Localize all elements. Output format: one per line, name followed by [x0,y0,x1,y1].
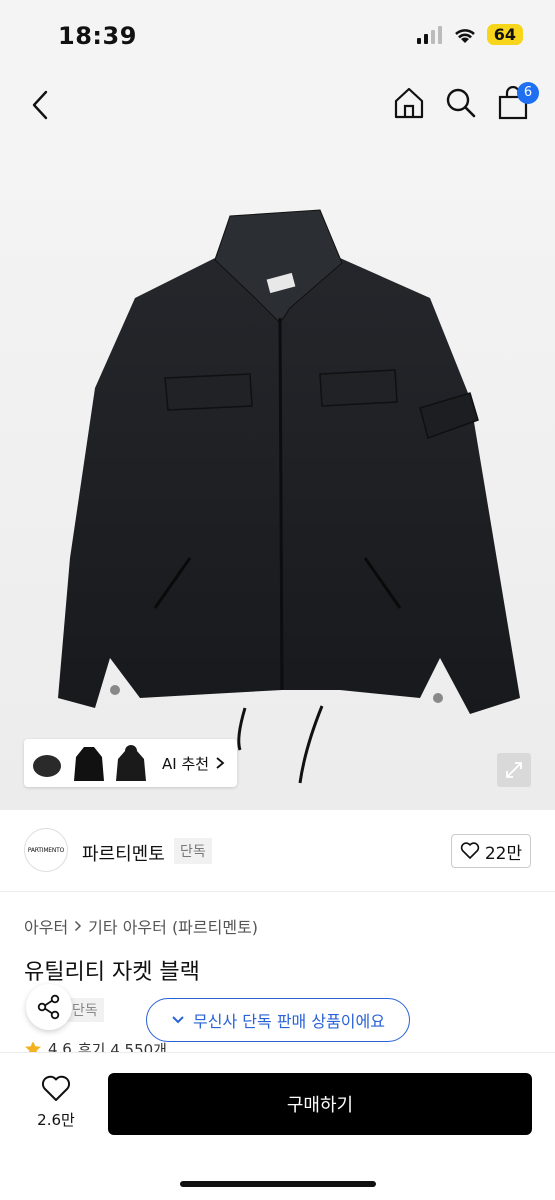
buy-button[interactable]: 구매하기 [108,1073,532,1135]
expand-icon [506,762,522,778]
ai-recommend-label: AI 추천 [162,754,210,773]
brand-logo[interactable]: PARTIMENTO [24,828,68,872]
jacket-image [58,209,520,784]
chevron-right-icon [75,920,82,932]
breadcrumb: 아우터 기타 아우터 (파르티멘토) [24,914,258,938]
chevron-right-icon [216,757,225,769]
share-button[interactable] [26,984,72,1030]
chevron-down-icon [172,1016,184,1024]
product-image-gallery[interactable]: AI 추천 [0,138,555,810]
back-icon[interactable] [26,88,56,122]
search-icon[interactable] [445,86,477,120]
battery-indicator: 64 [486,24,523,45]
ai-recommend-link[interactable]: AI 추천 [154,753,233,774]
status-icons: 64 [416,24,523,45]
thumbnail-2[interactable] [70,742,108,784]
bag-thumbnail-icon [33,755,61,777]
home-indicator [180,1181,376,1187]
share-icon [37,994,60,1020]
toast-message: 무신사 단독 판매 상품이에요 [193,1012,385,1031]
heart-icon [460,842,480,859]
signal-icon [416,25,442,44]
top-nav: 6 [0,72,555,138]
jacket-thumbnail-icon [74,747,104,781]
wifi-icon [454,28,475,43]
cart-count-badge: 6 [517,82,539,104]
brand-like-count: 22만 [484,843,523,864]
status-bar: 18:39 64 [0,0,555,72]
breadcrumb-category[interactable]: 아우터 [24,914,68,938]
thumbnail-1[interactable] [28,742,66,784]
home-icon[interactable] [393,86,425,120]
wishlist-button[interactable]: 2.6만 [24,1075,88,1139]
wishlist-count: 2.6만 [37,1111,75,1129]
expand-image-button[interactable] [497,753,531,787]
exclusive-toast[interactable]: 무신사 단독 판매 상품이에요 [146,998,410,1042]
status-time: 18:39 [58,22,137,50]
heart-icon [41,1075,71,1101]
breadcrumb-subcategory[interactable]: 기타 아우터 (파르티멘토) [88,914,258,938]
brand-exclusive-tag: 단독 [174,838,212,864]
thumbnail-3[interactable] [112,742,150,784]
cart-button[interactable]: 6 [497,82,539,120]
hoodie-thumbnail-icon [116,745,146,781]
brand-row: PARTIMENTO 파르티멘토 단독 22만 [0,810,555,892]
nav-actions: 6 [393,82,539,120]
bottom-action-bar: 2.6만 구매하기 [0,1052,555,1200]
brand-name[interactable]: 파르티멘토 [82,840,165,866]
product-title: 유틸리티 자켓 블랙 [24,960,200,985]
ai-recommend-strip[interactable]: AI 추천 [24,739,238,787]
brand-like-button[interactable]: 22만 [451,834,531,868]
